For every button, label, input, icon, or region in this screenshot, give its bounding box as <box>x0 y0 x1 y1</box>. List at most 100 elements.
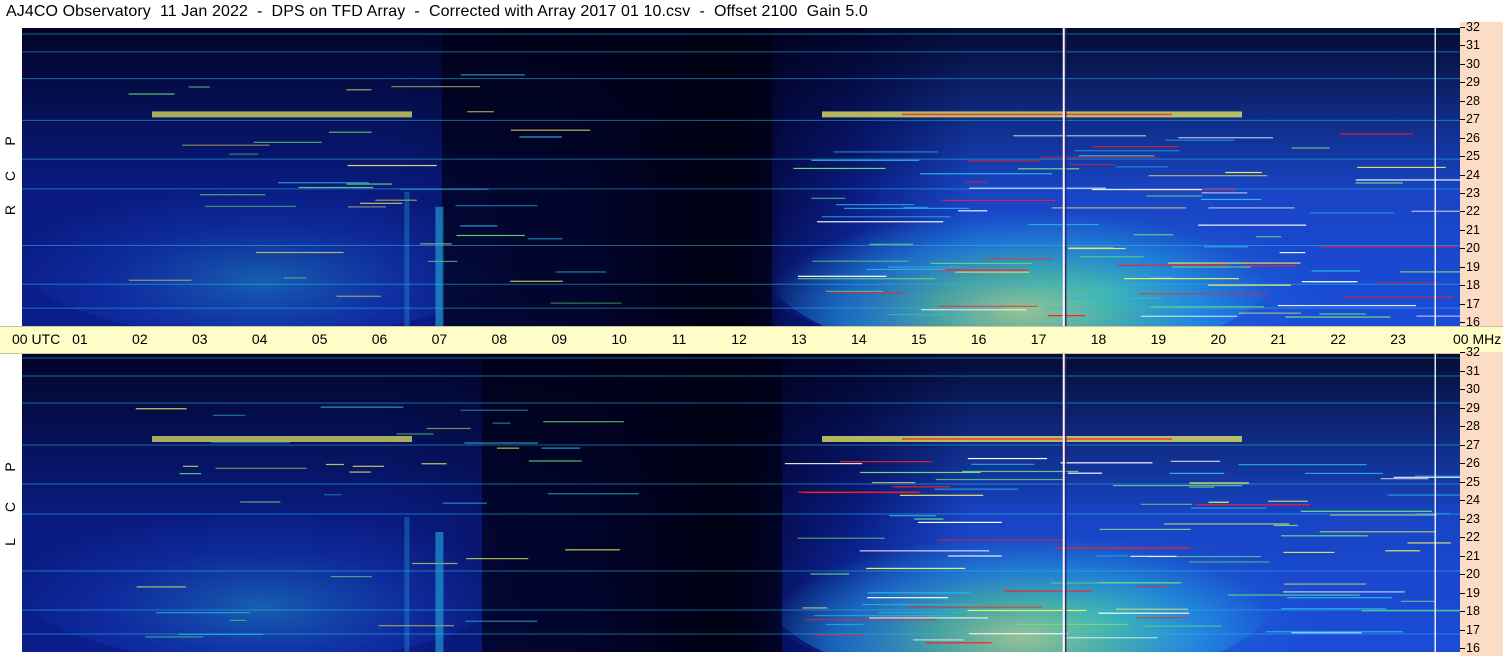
lcp-day-streak <box>866 567 966 570</box>
lcp-spectrogram[interactable] <box>22 352 1460 652</box>
rcp-day-streak <box>1284 316 1391 318</box>
rcp-freq-label: 28 <box>1466 93 1480 108</box>
rcp-spectrogram[interactable] <box>22 28 1460 326</box>
utc-tick-label: 08 <box>491 331 508 347</box>
lcp-day-streak <box>935 478 1063 481</box>
lcp-freq-label: 23 <box>1466 511 1480 526</box>
lcp-night-streak <box>215 467 307 469</box>
rcp-spectrogram-svg <box>22 28 1460 326</box>
lcp-day-streak <box>1393 476 1460 478</box>
rcp-day-streak <box>1092 146 1179 148</box>
lcp-letter-c: C <box>2 501 18 513</box>
lcp-night-streak <box>229 619 247 621</box>
rcp-night-streak <box>467 111 494 113</box>
lcp-day-streak <box>1385 550 1420 552</box>
utc-tick-label: 01 <box>72 331 88 347</box>
rcp-freq-tick <box>1460 119 1465 121</box>
rcp-day-streak <box>821 216 951 218</box>
rcp-column-0630utc <box>404 191 410 326</box>
lcp-freq-label: 21 <box>1466 548 1480 563</box>
rcp-freq-tick <box>1460 100 1465 102</box>
rcp-night-streak <box>346 183 392 185</box>
lcp-day-streak <box>1283 591 1405 593</box>
rcp-freq-label: 21 <box>1466 222 1480 237</box>
rcp-night-streak <box>253 141 323 143</box>
utc-tick-label: 13 <box>791 331 807 347</box>
rcp-day-streak <box>833 151 938 153</box>
rcp-freq-label: 25 <box>1466 149 1480 164</box>
lcp-day-streak <box>1003 590 1093 592</box>
utc-tick-label: 03 <box>191 331 208 347</box>
rcp-day-streak <box>830 292 905 294</box>
lcp-freq-label: 22 <box>1466 530 1480 544</box>
rcp-day-streak <box>958 210 988 212</box>
lcp-day-streak <box>1099 528 1191 530</box>
lcp-day-streak <box>925 642 992 644</box>
lcp-day-streak <box>1189 482 1249 484</box>
rcp-day-streak <box>938 269 1029 271</box>
lcp-night-streak <box>541 447 581 449</box>
rcp-day-streak <box>986 258 1053 260</box>
lcp-day-streak <box>948 555 1002 557</box>
lcp-day-streak <box>967 457 1048 460</box>
lcp-day-streak <box>918 521 1002 523</box>
lcp-day-streak <box>878 611 981 614</box>
rcp-day-streak <box>1078 155 1155 157</box>
lcp-day-streak <box>1283 551 1335 554</box>
rcp-day-streak <box>866 268 946 271</box>
lcp-day-streak <box>871 481 916 484</box>
lcp-column-0630utc <box>404 517 410 652</box>
rcp-day-streak <box>816 221 944 223</box>
rcp-day-streak <box>1091 188 1202 191</box>
utc-tick-label: 17 <box>1030 331 1047 347</box>
window-title: AJ4CO Observatory 11 Jan 2022 - DPS on T… <box>6 3 868 20</box>
lcp-streak-27mhz-night <box>152 436 412 442</box>
rcp-day-streak <box>1225 171 1262 174</box>
rcp-day-streak <box>919 173 1052 175</box>
lcp-freq-label: 16 <box>1466 641 1480 655</box>
lcp-night-streak <box>464 442 538 444</box>
lcp-freq-tick <box>1460 648 1465 649</box>
lcp-night-streak <box>412 562 458 565</box>
lcp-day-streak <box>825 623 864 626</box>
lcp-day-streak <box>889 515 936 517</box>
lcp-day-streak <box>1281 535 1368 537</box>
lcp-night-gap <box>482 352 782 652</box>
rcp-night-streak <box>550 302 622 304</box>
lcp-freq-label: 30 <box>1466 382 1480 396</box>
lcp-label-strip: P C L <box>0 352 22 652</box>
lcp-day-streak <box>1330 514 1437 516</box>
rcp-night-streak <box>375 199 417 201</box>
lcp-day-streak <box>962 470 1079 473</box>
rcp-night-streak <box>460 74 525 76</box>
lcp-freq-tick <box>1460 407 1465 409</box>
rcp-freq-tick <box>1460 137 1465 139</box>
lcp-day-streak <box>1170 460 1221 462</box>
lcp-night-streak <box>178 633 264 635</box>
rcp-freq-tick <box>1460 248 1465 250</box>
utc-tick-label: 09 <box>551 331 568 347</box>
rcp-day-streak <box>1400 271 1460 273</box>
rcp-night-streak <box>399 188 489 190</box>
lcp-day-streak <box>1189 561 1270 563</box>
utc-tick-label: 15 <box>910 331 927 347</box>
lcp-night-streak <box>240 501 281 503</box>
rcp-night-streak <box>510 129 591 131</box>
lcp-day-streak <box>1130 555 1177 557</box>
rcp-night-streak <box>199 194 266 196</box>
lcp-day-streak <box>1140 503 1193 505</box>
rcp-column-07utc <box>435 206 444 326</box>
lcp-day-streak <box>1143 625 1222 627</box>
rcp-day-streak <box>930 262 1032 265</box>
lcp-day-streak <box>860 471 981 474</box>
lcp-day-streak <box>1265 631 1403 633</box>
lcp-night-streak <box>330 576 372 578</box>
lcp-freq-tick <box>1460 518 1465 520</box>
lcp-day-streak <box>1281 608 1387 610</box>
rcp-day-streak <box>825 290 884 292</box>
rcp-night-streak <box>510 280 563 282</box>
rcp-freq-tick <box>1460 303 1465 305</box>
lcp-day-streak <box>967 609 1087 612</box>
lcp-freq-label: 26 <box>1466 456 1480 470</box>
rcp-streak-27mhz-night <box>152 111 412 118</box>
